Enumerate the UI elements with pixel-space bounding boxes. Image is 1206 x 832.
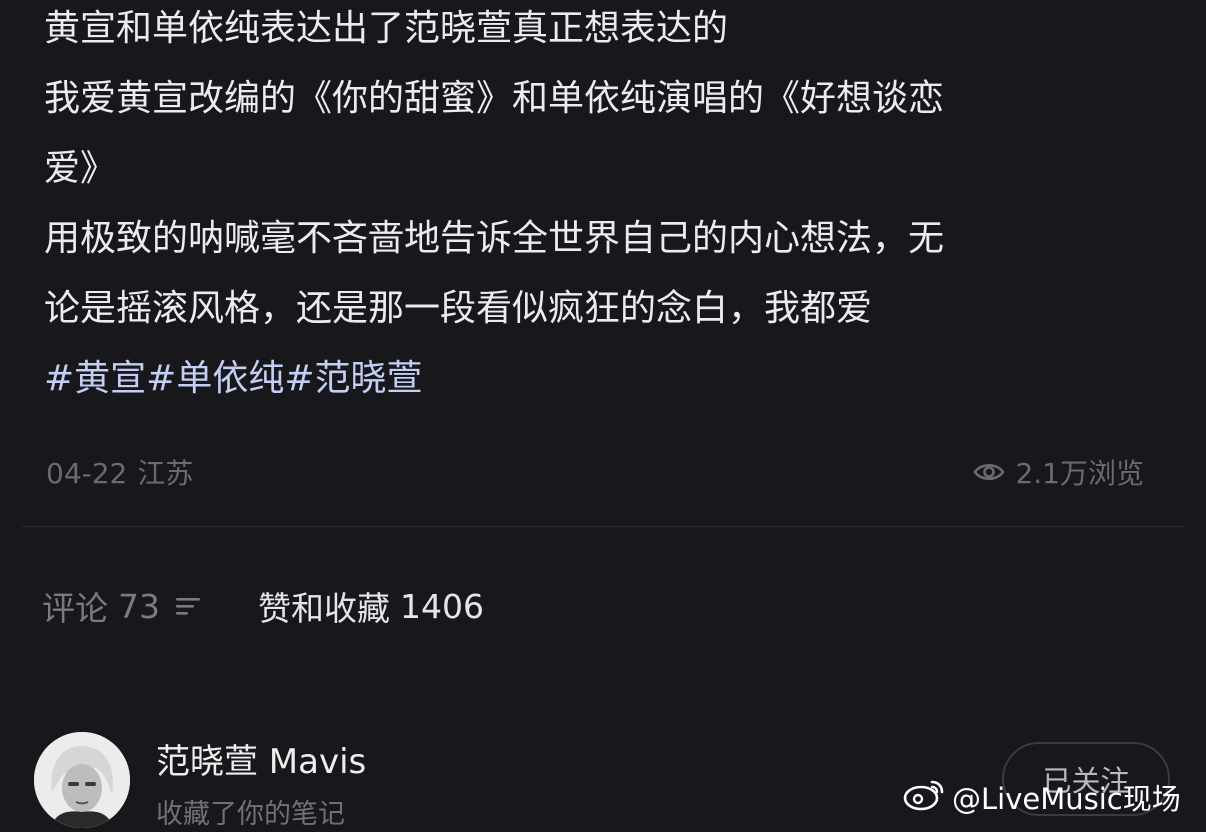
post-location: 江苏 — [137, 457, 194, 490]
post-text-line: 论是摇滚风格，还是那一段看似疯狂的念白，我都爱 — [44, 288, 873, 329]
tab-likes-label: 赞和收藏 — [258, 589, 390, 628]
comments-count: 73 — [118, 586, 160, 626]
post-text-line: 我爱黄宣改编的《你的甜蜜》和单依纯演唱的《好想谈恋 — [44, 78, 945, 119]
interaction-tabs: 评论 73 赞和收藏 1406 — [42, 580, 484, 632]
tab-comments-label: 评论 — [42, 589, 108, 628]
avatar[interactable] — [34, 732, 130, 828]
post-text-line: 爱》 — [44, 148, 117, 189]
activity-text: 收藏了你的笔记 — [156, 799, 345, 830]
hashtag-links[interactable]: #黄宣#单依纯#范晓萱 — [44, 344, 1164, 414]
eye-icon — [973, 452, 1006, 496]
watermark-text: @LiveMusic现场 — [952, 782, 1181, 816]
post-date: 04-22 — [46, 457, 128, 490]
view-count: 2.1万浏览 — [1015, 457, 1144, 490]
username[interactable]: 范晓萱 Mavis — [156, 734, 366, 783]
likes-count: 1406 — [400, 586, 484, 626]
tab-likes-collects[interactable]: 赞和收藏 1406 — [258, 582, 484, 630]
post-text-line: 用极致的呐喊毫不吝啬地告诉全世界自己的内心想法，无 — [44, 218, 945, 259]
tab-comments[interactable]: 评论 73 — [42, 582, 202, 630]
divider — [22, 526, 1184, 527]
watermark: @LiveMusic现场 — [902, 774, 1181, 820]
post-body: 黄宣和单依纯表达出了范晓萱真正想表达的 我爱黄宣改编的《你的甜蜜》和单依纯演唱的… — [44, 0, 1164, 414]
weibo-icon — [902, 776, 946, 819]
post-meta: 04-22 江苏 2.1万浏览 — [46, 452, 1144, 496]
post-text-line: 黄宣和单依纯表达出了范晓萱真正想表达的 — [44, 8, 729, 49]
sort-icon[interactable] — [174, 587, 202, 626]
